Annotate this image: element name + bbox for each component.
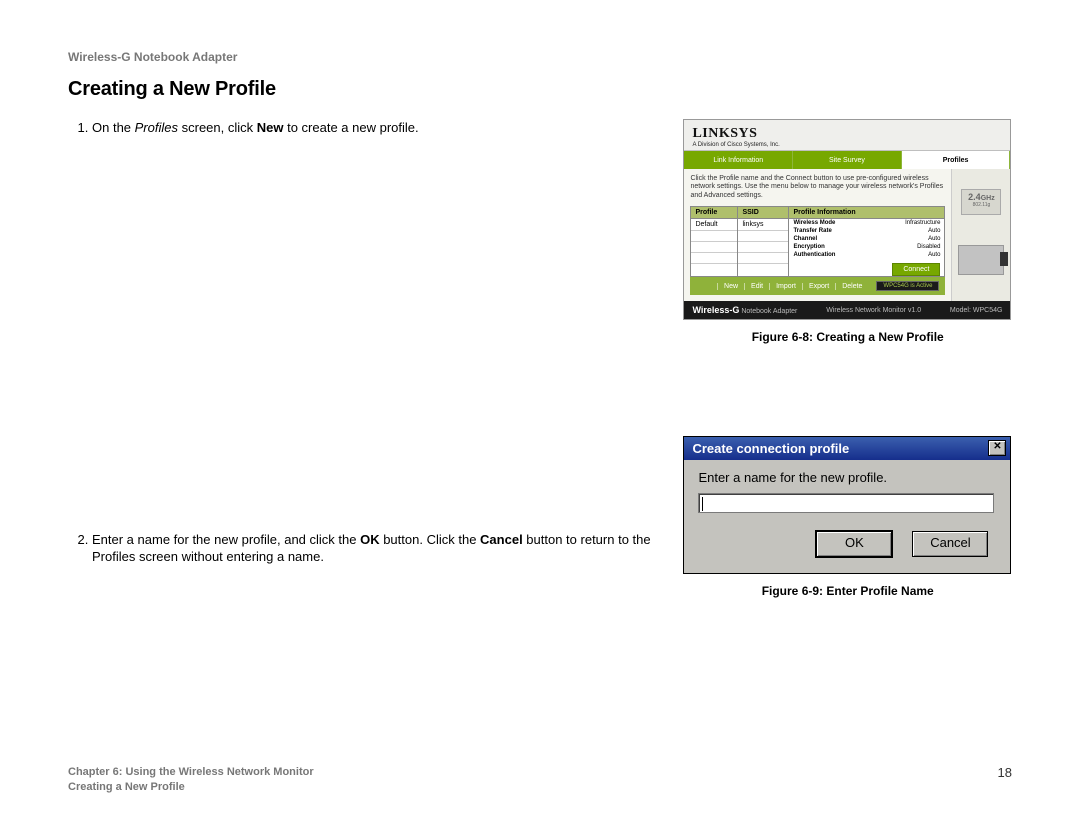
info-value: Auto — [928, 228, 940, 234]
info-value: Auto — [928, 236, 940, 242]
footer-version: Wireless Network Monitor v1.0 — [826, 307, 921, 314]
text: to create a new profile. — [283, 120, 418, 135]
ok-button[interactable]: OK — [816, 531, 892, 557]
edit-button[interactable]: Edit — [744, 283, 763, 290]
ghz-unit: GHz — [981, 195, 995, 202]
text: button. Click the — [380, 532, 480, 547]
info-row: Channel Auto — [789, 235, 944, 243]
col-ssid: SSID linksys — [738, 207, 789, 276]
bold-ok: OK — [360, 532, 380, 547]
info-label: Authentication — [793, 252, 835, 258]
spacer — [68, 143, 655, 531]
info-row: Authentication Auto — [789, 251, 944, 259]
text-column: On the Profiles screen, click New to cre… — [68, 119, 655, 598]
section-title: Creating a New Profile — [68, 78, 1012, 101]
bold-cancel: Cancel — [480, 532, 523, 547]
footer-section: Creating a New Profile — [68, 780, 314, 794]
dialog-label: Enter a name for the new profile. — [698, 470, 996, 485]
col-header: Profile Information — [789, 207, 944, 219]
profiles-table: Profile Default SSID linksys — [690, 206, 945, 277]
text-caret-icon — [702, 497, 703, 511]
info-label: Channel — [793, 236, 817, 242]
adapter-status: WPC54G is Active — [876, 281, 939, 291]
info-row: Encryption Disabled — [789, 243, 944, 251]
table-row[interactable]: Default — [691, 219, 737, 231]
manual-page: Wireless-G Notebook Adapter Creating a N… — [0, 0, 1080, 834]
info-label: Wireless Mode — [793, 220, 835, 226]
dialog-body: Enter a name for the new profile. OK Can… — [684, 460, 1010, 573]
info-value: Infrastructure — [905, 220, 940, 226]
figure-column: LINKSYS A Division of Cisco Systems, Inc… — [683, 119, 1012, 598]
figure-8-caption: Figure 6-8: Creating a New Profile — [683, 330, 1012, 344]
page-footer: Chapter 6: Using the Wireless Network Mo… — [68, 765, 1012, 794]
close-icon[interactable]: ✕ — [988, 440, 1006, 456]
button-bar: New Edit Import Export Delete WPC54G is … — [690, 277, 945, 295]
page-number: 18 — [998, 765, 1012, 794]
table-row — [738, 253, 788, 264]
wg-suffix: Notebook Adapter — [739, 308, 797, 315]
step-2: Enter a name for the new profile, and cl… — [92, 531, 655, 566]
col-header: Profile — [691, 207, 737, 219]
figure-dialog-window: Create connection profile ✕ Enter a name… — [683, 436, 1011, 574]
info-row: Wireless Mode Infrastructure — [789, 219, 944, 227]
table-row — [738, 231, 788, 242]
footer-chapter: Chapter 6: Using the Wireless Network Mo… — [68, 765, 314, 779]
dialog-buttons: OK Cancel — [698, 531, 996, 557]
export-button[interactable]: Export — [802, 283, 829, 290]
tab-bar: Link Information Site Survey Profiles — [684, 151, 1010, 169]
tab-profiles[interactable]: Profiles — [902, 151, 1011, 169]
step-1: On the Profiles screen, click New to cre… — [92, 119, 655, 137]
brand-subtitle: A Division of Cisco Systems, Inc. — [692, 142, 1002, 148]
info-value: Auto — [928, 252, 940, 258]
em-profiles: Profiles — [135, 120, 178, 135]
text: screen, click — [178, 120, 257, 135]
footer-lines: Chapter 6: Using the Wireless Network Mo… — [68, 765, 314, 794]
figure-9-caption: Figure 6-9: Enter Profile Name — [683, 584, 1012, 598]
brand-logo: LINKSYS — [692, 126, 1002, 142]
dialog-titlebar: Create connection profile ✕ — [684, 437, 1010, 460]
ghz-standard: 802.11g — [962, 202, 1000, 208]
info-value: Disabled — [917, 244, 940, 250]
profile-name-input[interactable] — [698, 493, 994, 513]
figure-profiles-window: LINKSYS A Division of Cisco Systems, Inc… — [683, 119, 1011, 320]
import-button[interactable]: Import — [769, 283, 796, 290]
table-row — [738, 242, 788, 253]
tab-link-information[interactable]: Link Information — [684, 151, 793, 169]
text: Enter a name for the new profile, and cl… — [92, 532, 360, 547]
text: On the — [92, 120, 135, 135]
content-columns: On the Profiles screen, click New to cre… — [68, 119, 1012, 598]
footer-product: Wireless-G Notebook Adapter — [692, 305, 797, 315]
info-label: Transfer Rate — [793, 228, 831, 234]
new-button[interactable]: New — [717, 283, 738, 290]
ghz-badge: 2.4GHz 802.11g — [961, 189, 1001, 215]
delete-button[interactable]: Delete — [835, 283, 862, 290]
ghz-num: 2.4 — [968, 192, 981, 202]
table-row — [691, 231, 737, 242]
adapter-card-icon — [958, 245, 1004, 275]
window-body: Click the Profile name and the Connect b… — [684, 169, 1010, 301]
dialog-title: Create connection profile — [692, 441, 849, 456]
cancel-button[interactable]: Cancel — [912, 531, 988, 557]
table-row — [691, 242, 737, 253]
table-row[interactable]: linksys — [738, 219, 788, 231]
table-row — [691, 253, 737, 264]
col-header: SSID — [738, 207, 788, 219]
steps-list-cont: Enter a name for the new profile, and cl… — [68, 531, 655, 566]
col-profile: Profile Default — [691, 207, 738, 276]
bold-new: New — [257, 120, 284, 135]
info-label: Encryption — [793, 244, 824, 250]
footer-model: Model: WPC54G — [950, 307, 1003, 314]
tab-site-survey[interactable]: Site Survey — [793, 151, 902, 169]
body-main: Click the Profile name and the Connect b… — [684, 169, 951, 301]
window-footer: Wireless-G Notebook Adapter Wireless Net… — [684, 301, 1010, 319]
window-topbar: LINKSYS A Division of Cisco Systems, Inc… — [684, 120, 1010, 151]
connect-button[interactable]: Connect — [892, 263, 940, 276]
col-info: Profile Information Wireless Mode Infrast… — [789, 207, 944, 276]
side-panel: 2.4GHz 802.11g — [951, 169, 1010, 301]
product-header: Wireless-G Notebook Adapter — [68, 50, 1012, 64]
wg-prefix: Wireless- — [692, 305, 732, 315]
steps-list: On the Profiles screen, click New to cre… — [68, 119, 655, 137]
instruction-text: Click the Profile name and the Connect b… — [690, 175, 945, 200]
info-row: Transfer Rate Auto — [789, 227, 944, 235]
